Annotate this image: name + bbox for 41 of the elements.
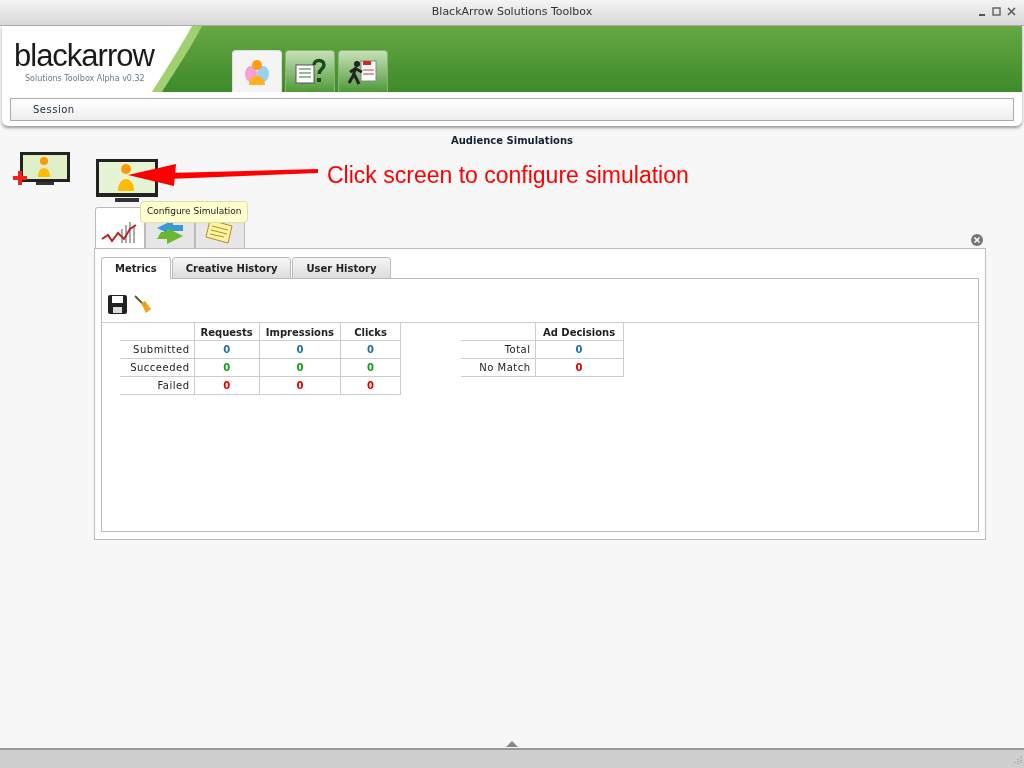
version-label: Solutions Toolbox Alpha v0.32 [25, 73, 146, 85]
resize-grip-icon[interactable] [1012, 755, 1022, 765]
row-label: No Match [461, 358, 536, 377]
save-icon[interactable] [108, 295, 127, 314]
table-cell: 0 [340, 376, 401, 395]
app-tab[interactable] [285, 50, 335, 92]
table-cell: 0 [194, 376, 260, 395]
table-cell: 0 [194, 340, 260, 359]
view-tab[interactable] [95, 207, 145, 249]
sub-tab[interactable]: User History [292, 257, 391, 279]
row-label: Submitted [120, 340, 194, 359]
spreadsheet-help-icon [294, 56, 326, 87]
monitor-icon[interactable] [95, 158, 159, 204]
table-cell: 0 [259, 340, 341, 359]
maximize-icon[interactable] [992, 7, 1001, 17]
row-label: Total [461, 340, 536, 359]
table-cell: 0 [194, 358, 260, 377]
row-label: Failed [120, 376, 194, 395]
logo-wordmark: blackarrow [14, 40, 154, 72]
section-heading: Audience Simulations [451, 134, 573, 148]
column-header: Impressions [259, 323, 341, 341]
table-cell: 0 [535, 358, 624, 377]
menu-item[interactable]: Session [33, 102, 75, 117]
table-cell: 0 [259, 358, 341, 377]
app-tab[interactable] [338, 50, 388, 92]
column-header: Requests [194, 323, 260, 341]
column-header: Clicks [340, 323, 401, 341]
annotation-text: Click screen to configure simulation [327, 161, 689, 190]
close-icon[interactable] [971, 234, 983, 246]
sub-tab[interactable]: Creative History [171, 257, 292, 279]
table-cell: 0 [340, 340, 401, 359]
close-icon[interactable] [1007, 7, 1016, 17]
window-title: BlackArrow Solutions Toolbox [431, 4, 593, 21]
broom-icon[interactable] [133, 295, 152, 314]
table-cell: 0 [259, 376, 341, 395]
table-cell: 0 [535, 340, 624, 359]
table-cell: 0 [340, 358, 401, 377]
sub-tab[interactable]: Metrics [101, 257, 171, 279]
tooltip: Configure Simulation [140, 201, 249, 223]
row-label: Succeeded [120, 358, 194, 377]
column-header: Ad Decisions [535, 323, 624, 341]
